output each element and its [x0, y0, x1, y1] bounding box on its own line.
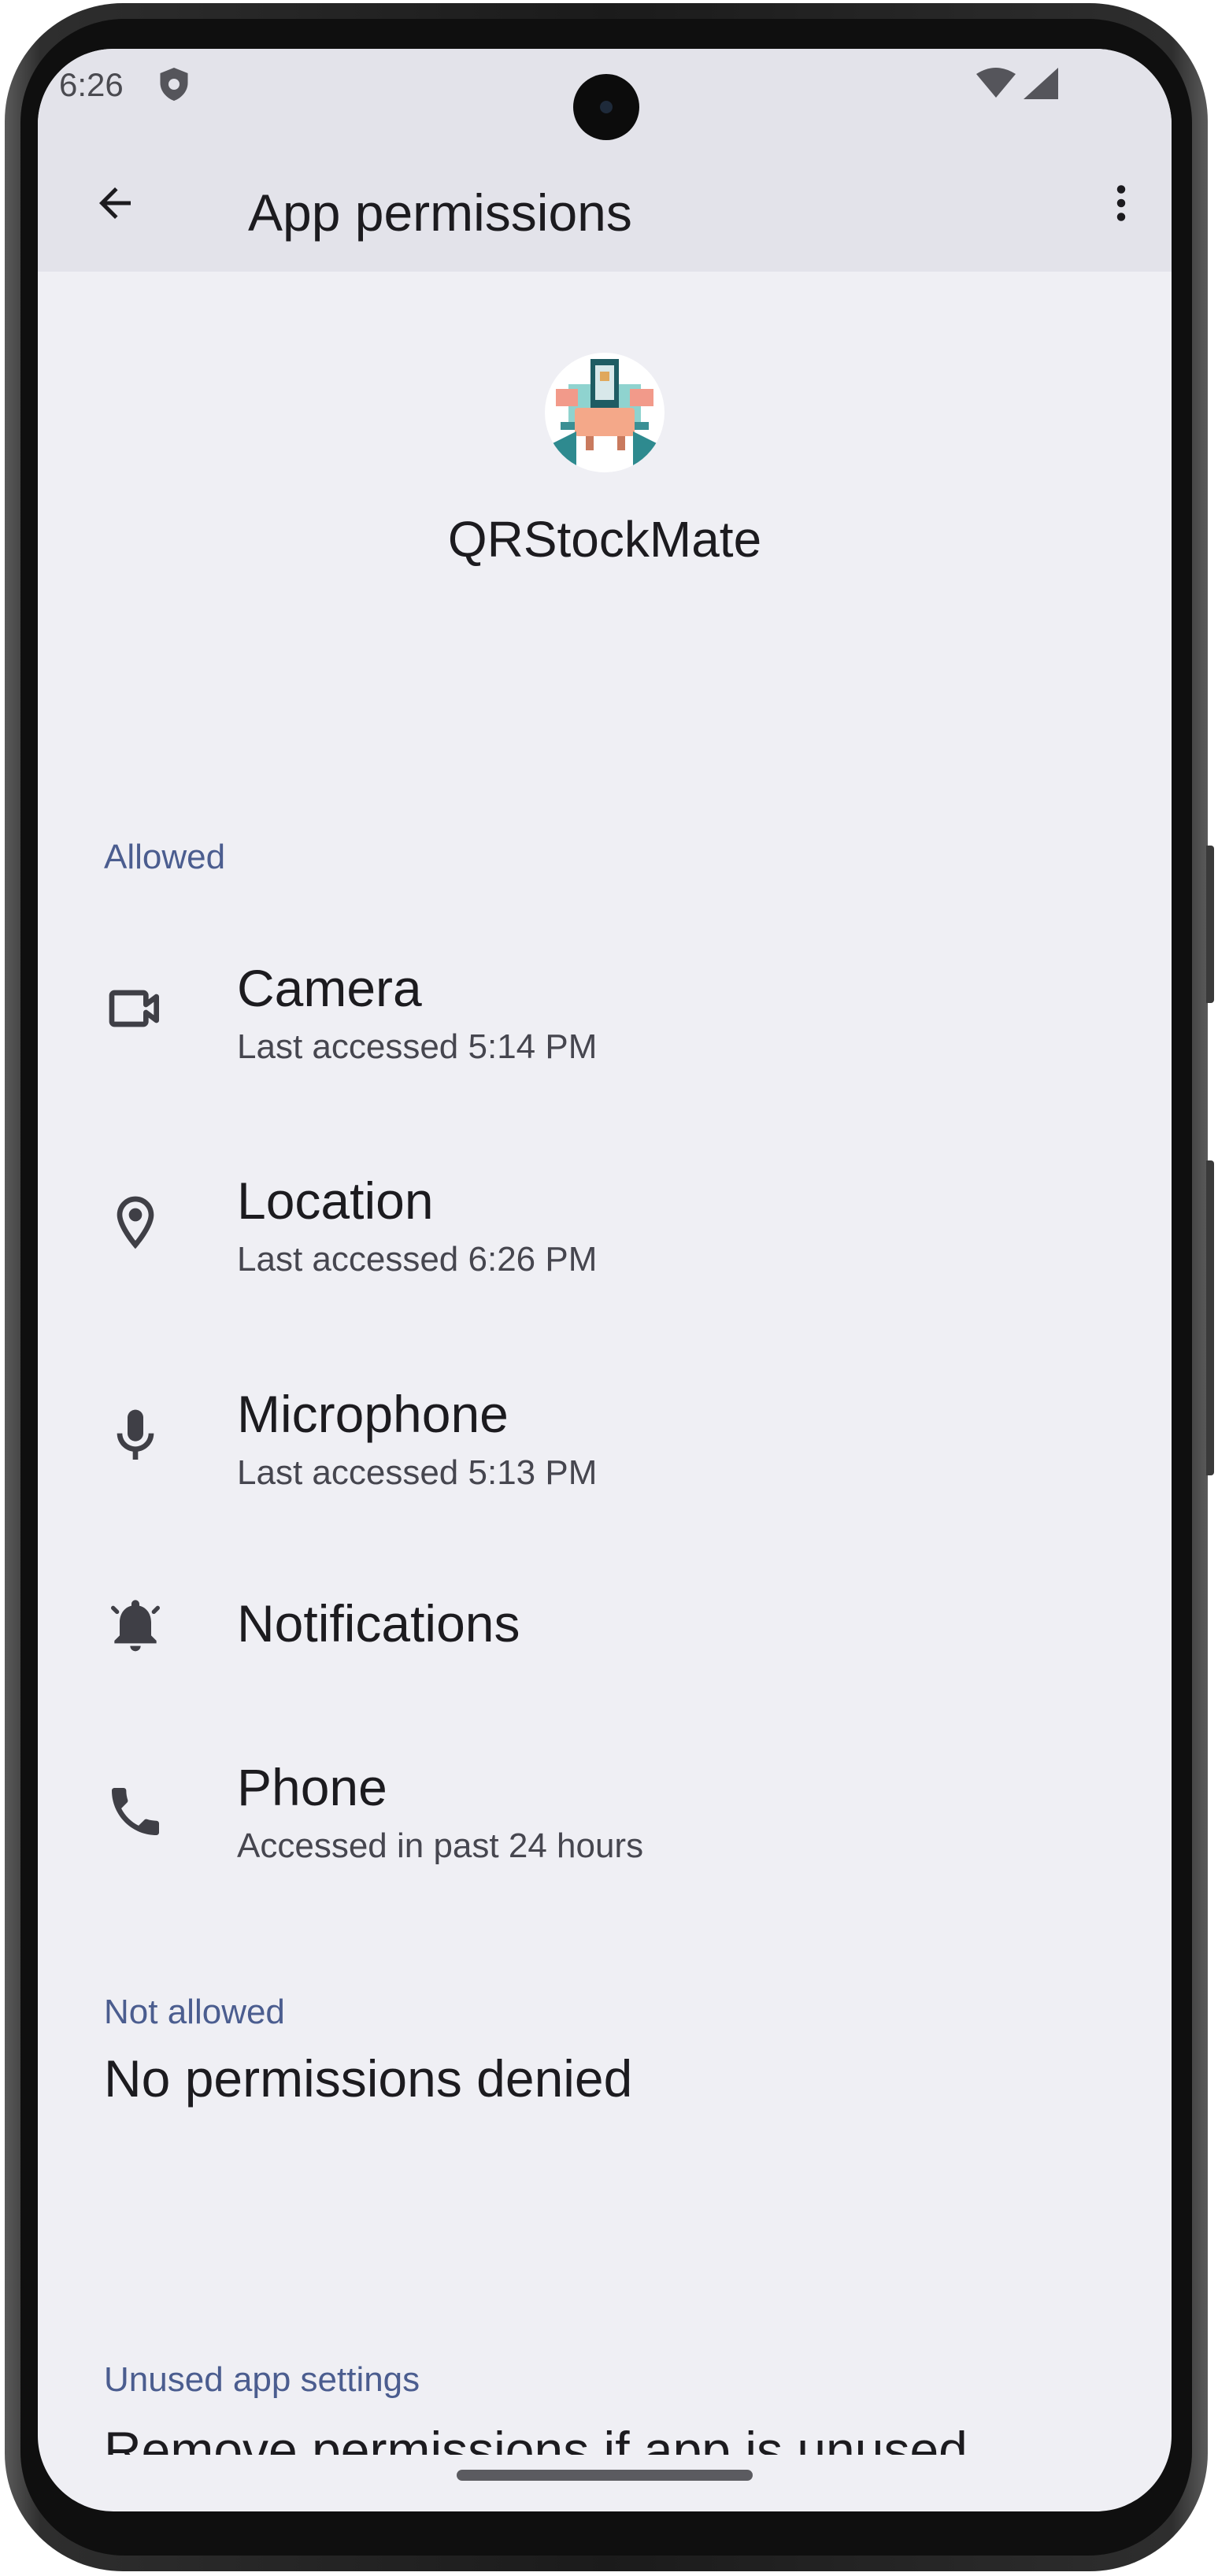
more-options-button[interactable]	[1083, 165, 1159, 241]
location-pin-icon	[104, 1191, 167, 1254]
permission-title: Location	[237, 1171, 434, 1230]
section-header-allowed: Allowed	[104, 838, 226, 876]
arrow-back-icon	[99, 187, 131, 219]
phone-icon	[104, 1780, 167, 1843]
shield-icon	[160, 68, 188, 101]
permission-title: Notifications	[237, 1594, 520, 1653]
status-time: 6:26	[59, 66, 124, 103]
permission-title: Camera	[237, 959, 422, 1017]
wifi-icon	[976, 68, 1016, 98]
page-title: App permissions	[248, 183, 632, 242]
permission-title: Microphone	[237, 1385, 509, 1443]
signal-icon	[1024, 68, 1058, 99]
section-header-not-allowed: Not allowed	[104, 1993, 285, 2031]
app-name: QRStockMate	[447, 511, 762, 568]
no-permissions-denied-text: No permissions denied	[104, 2049, 633, 2108]
volume-button	[1206, 846, 1214, 1003]
permission-item-location[interactable]: Location Last accessed 6:26 PM	[38, 1133, 1172, 1322]
home-indicator[interactable]	[457, 2470, 753, 2481]
unused-app-setting-item[interactable]: Remove permissions if app is unused	[104, 2423, 1049, 2455]
permission-subtitle: Accessed in past 24 hours	[237, 1827, 644, 1865]
camera-cutout	[573, 74, 639, 140]
permission-title: Phone	[237, 1758, 387, 1816]
permission-subtitle: Last accessed 5:13 PM	[237, 1453, 598, 1492]
permission-subtitle: Last accessed 6:26 PM	[237, 1240, 598, 1279]
microphone-icon	[104, 1405, 167, 1468]
bell-icon	[104, 1593, 167, 1656]
videocam-icon	[104, 977, 167, 1040]
app-icon	[545, 353, 665, 472]
section-header-unused-app-settings: Unused app settings	[104, 2360, 420, 2399]
screen: 6:26 App permissions QRStockMate Allowed…	[38, 49, 1172, 2511]
status-icons	[976, 68, 1058, 99]
permission-item-microphone[interactable]: Microphone Last accessed 5:13 PM	[38, 1346, 1172, 1535]
back-button[interactable]	[77, 165, 153, 241]
permission-item-camera[interactable]: Camera Last accessed 5:14 PM	[38, 919, 1172, 1108]
permission-item-phone[interactable]: Phone Accessed in past 24 hours	[38, 1722, 1172, 1911]
power-button	[1206, 1160, 1214, 1475]
permission-subtitle: Last accessed 5:14 PM	[237, 1027, 598, 1066]
unused-app-setting-label: Remove permissions if app is unused	[104, 2423, 968, 2455]
more-vert-icon	[1116, 185, 1126, 221]
permission-item-notifications[interactable]: Notifications	[38, 1560, 1172, 1749]
